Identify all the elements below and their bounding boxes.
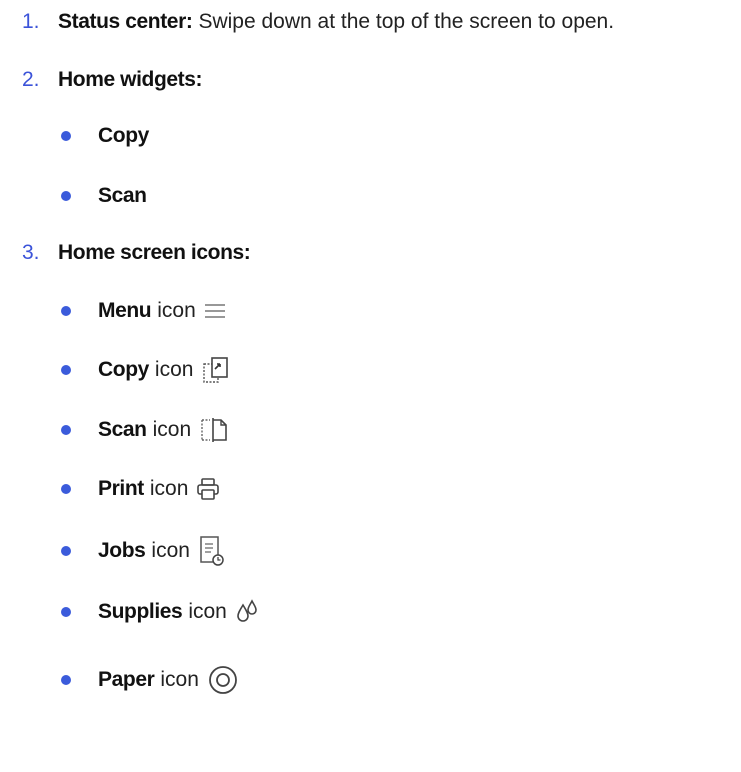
sub-item-scan: Scan — [61, 182, 147, 210]
sub-item-paper: Paper icon — [61, 666, 239, 694]
sub-item-label: Scan — [98, 418, 147, 441]
bullet-icon — [61, 675, 71, 685]
paper-icon — [207, 664, 239, 696]
bullet-icon — [61, 131, 71, 141]
sub-item-suffix: icon — [188, 600, 227, 623]
sub-item-label: Copy — [98, 358, 149, 381]
list-number: 3. — [22, 241, 40, 264]
supplies-icon — [235, 599, 261, 625]
bullet-icon — [61, 365, 71, 375]
sub-item-label: Jobs — [98, 539, 146, 562]
sub-item-scan-icon: Scan icon — [61, 416, 229, 444]
sub-item-label: Print — [98, 477, 144, 500]
sub-item-label: Copy — [98, 124, 149, 147]
sub-item-label: Menu — [98, 299, 152, 322]
sub-item-jobs: Jobs icon — [61, 535, 226, 567]
print-icon — [196, 477, 220, 501]
list-item-description: Swipe down at the top of the screen to o… — [198, 10, 615, 33]
sub-item-copy-icon: Copy icon — [61, 356, 231, 384]
sub-item-label: Supplies — [98, 600, 183, 623]
jobs-icon — [198, 535, 226, 567]
list-number: 2. — [22, 68, 40, 91]
list-item-status-center: 1. Status center: Swipe down at the top … — [22, 8, 614, 36]
sub-item-suffix: icon — [151, 539, 190, 562]
sub-item-suffix: icon — [157, 299, 196, 322]
list-item-label: Home screen icons: — [58, 241, 251, 264]
sub-item-label: Paper — [98, 668, 155, 691]
menu-icon — [204, 302, 226, 320]
sub-item-suffix: icon — [154, 358, 194, 381]
bullet-icon — [61, 546, 71, 556]
sub-item-supplies: Supplies icon — [61, 598, 261, 626]
list-number: 1. — [22, 10, 40, 33]
sub-item-print: Print icon — [61, 475, 220, 503]
list-item-label: Home widgets: — [58, 68, 203, 91]
sub-item-suffix: icon — [152, 418, 192, 441]
sub-item-suffix: icon — [149, 477, 189, 500]
copy-icon — [201, 355, 231, 385]
sub-item-suffix: icon — [160, 668, 199, 691]
sub-item-menu: Menu icon — [61, 297, 226, 325]
bullet-icon — [61, 607, 71, 617]
bullet-icon — [61, 425, 71, 435]
bullet-icon — [61, 484, 71, 494]
sub-item-copy: Copy — [61, 122, 149, 150]
list-item-home-screen-icons: 3. Home screen icons: — [22, 239, 251, 267]
bullet-icon — [61, 306, 71, 316]
sub-item-label: Scan — [98, 184, 147, 207]
scan-icon — [199, 417, 229, 443]
list-item-home-widgets: 2. Home widgets: — [22, 66, 203, 94]
list-item-label: Status center: — [58, 10, 193, 33]
bullet-icon — [61, 191, 71, 201]
